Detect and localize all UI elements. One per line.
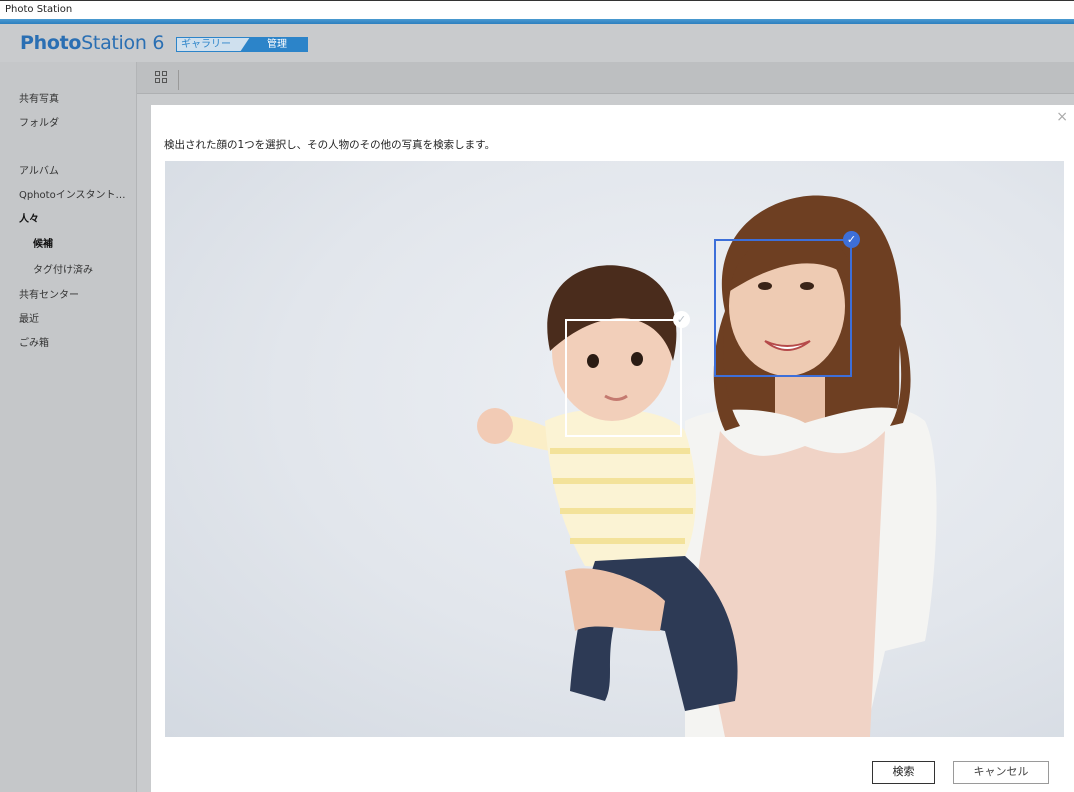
search-button[interactable]: 検索 [872, 761, 935, 784]
face-box-child[interactable]: ✓ [565, 311, 690, 437]
checkmark-icon: ✓ [673, 311, 690, 328]
sidebar-item-trash[interactable]: ごみ箱 [19, 334, 134, 349]
sidebar-item-people[interactable]: 人々 [19, 210, 134, 225]
toolbar [137, 62, 1074, 94]
checkmark-icon: ✓ [843, 231, 860, 248]
brand-bold: Photo [20, 32, 82, 54]
face-select-dialog: × 検出された顔の1つを選択し、その人物のその他の写真を検索します。 ✓ ✓ 検… [151, 105, 1074, 792]
close-icon[interactable]: × [1056, 109, 1068, 125]
sidebar-item-share-center[interactable]: 共有センター [19, 286, 134, 301]
mode-switch: ギャラリー 管理 [176, 37, 308, 52]
app-logo: PhotoStation 6 [20, 32, 164, 54]
sidebar-item-shared-photos[interactable]: 共有写真 [19, 90, 134, 105]
sidebar-item-recent[interactable]: 最近 [19, 310, 134, 325]
sidebar-item-candidates[interactable]: 候補 [33, 235, 148, 250]
sidebar: 共有写真 フォルダ アルバム Qphotoインスタントアップロード 人々 候補 … [0, 62, 137, 792]
cancel-button[interactable]: キャンセル [953, 761, 1049, 784]
app-header: PhotoStation 6 ギャラリー 管理 [0, 24, 1074, 62]
face-box-woman[interactable]: ✓ [714, 231, 860, 377]
sidebar-item-qphoto-upload[interactable]: Qphotoインスタントアップロード [19, 186, 134, 201]
dialog-instruction: 検出された顔の1つを選択し、その人物のその他の写真を検索します。 [164, 139, 496, 151]
photo-preview: ✓ ✓ [165, 161, 1064, 737]
sidebar-item-tagged[interactable]: タグ付け済み [33, 261, 148, 276]
window-titlebar: Photo Station [0, 0, 1074, 19]
brand-light: Station 6 [81, 32, 165, 54]
toolbar-divider [178, 70, 179, 90]
grid-select-icon[interactable] [155, 71, 167, 83]
sidebar-item-albums[interactable]: アルバム [19, 162, 134, 177]
sidebar-item-folders[interactable]: フォルダ [19, 114, 134, 129]
window-title: Photo Station [5, 4, 73, 15]
mode-manage-tab[interactable]: 管理 [240, 37, 308, 52]
photo-illustration [477, 195, 937, 737]
